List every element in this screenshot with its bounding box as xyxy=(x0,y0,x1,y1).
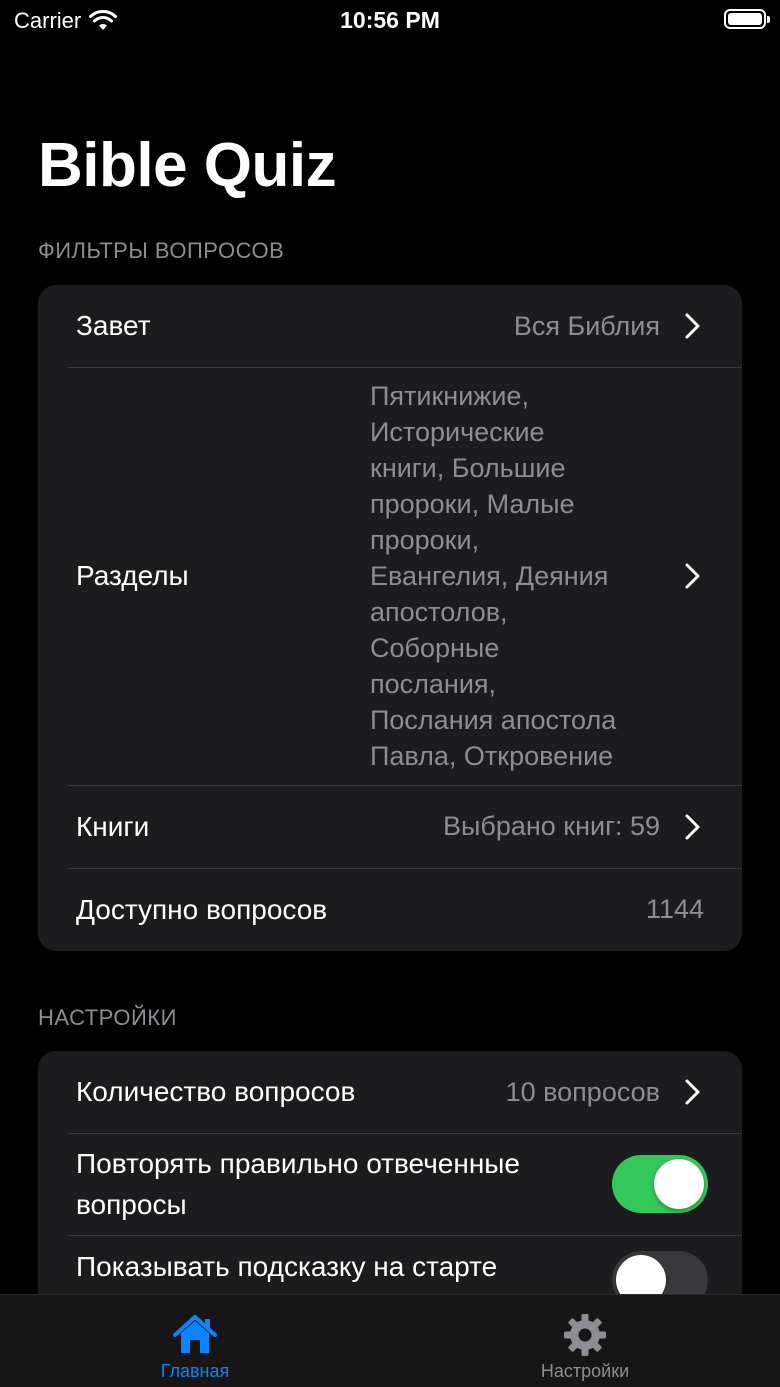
available-questions-label: Доступно вопросов xyxy=(76,893,328,925)
question-count-row[interactable]: Количество вопросов 10 вопросов xyxy=(38,1051,742,1133)
sections-value: Пятикнижие, Исторические книги, Большие про… xyxy=(370,378,660,774)
tab-home[interactable]: Главная xyxy=(0,1295,390,1387)
testament-label: Завет xyxy=(76,310,151,341)
tab-home-label: Главная xyxy=(160,1361,230,1381)
settings-card: Количество вопросов 10 вопросов Повторят… xyxy=(38,1051,742,1311)
status-bar: Carrier 10:56 PM xyxy=(0,0,780,40)
page-title: Bible Quiz xyxy=(38,131,337,200)
chevron-right-icon xyxy=(685,563,700,589)
sections-value-line: послания, xyxy=(370,669,497,699)
question-count-value: 10 вопросов xyxy=(505,1076,660,1107)
sections-value-line: Пятикнижие, xyxy=(370,381,529,411)
question-count-label: Количество вопросов xyxy=(76,1076,356,1107)
sections-value-line: Исторические xyxy=(370,417,545,447)
testament-row[interactable]: Завет Вся Библия xyxy=(38,285,742,367)
tab-bar: Главная Настройки xyxy=(0,1294,780,1387)
settings-section-header: НАСТРОЙКИ xyxy=(38,1005,177,1030)
sections-value-line: пророки, Малые xyxy=(370,489,575,519)
sections-value-line: Соборные xyxy=(370,633,500,663)
repeat-correct-label-line1: Повторять правильно отвеченные xyxy=(76,1148,520,1179)
available-questions-row: Доступно вопросов 1144 xyxy=(38,868,742,951)
available-questions-value: 1144 xyxy=(645,894,704,924)
books-row[interactable]: Книги Выбрано книг: 59 xyxy=(38,785,742,868)
testament-value: Вся Библия xyxy=(513,310,660,341)
repeat-correct-label: Повторять правильно отвеченные вопросы xyxy=(76,1143,612,1225)
filters-section-header: ФИЛЬТРЫ ВОПРОСОВ xyxy=(38,238,285,263)
books-value: Выбрано книг: 59 xyxy=(442,811,660,841)
gear-icon xyxy=(564,1314,606,1356)
sections-value-line: Павла, Откровение xyxy=(370,741,614,771)
chevron-right-icon xyxy=(685,814,700,839)
books-label: Книги xyxy=(76,810,150,842)
sections-label: Разделы xyxy=(76,560,189,591)
filters-card: Завет Вся Библия Разделы Пятикнижие, Исто… xyxy=(38,285,742,951)
sections-value-line: Евангелия, Деяния xyxy=(370,561,609,591)
chevron-right-icon xyxy=(685,1079,700,1105)
battery-icon xyxy=(724,9,770,29)
tab-settings[interactable]: Настройки xyxy=(390,1295,780,1387)
status-time: 10:56 PM xyxy=(340,7,440,33)
show-hint-label: Показывать подсказку на старте xyxy=(76,1251,498,1282)
house-icon xyxy=(173,1315,217,1353)
repeat-correct-toggle[interactable] xyxy=(612,1155,708,1213)
tab-settings-label: Настройки xyxy=(540,1361,630,1381)
repeat-correct-label-line2: вопросы xyxy=(76,1189,187,1220)
sections-value-line: пророки, xyxy=(370,525,480,555)
chevron-right-icon xyxy=(685,313,700,339)
sections-value-line: апостолов, xyxy=(370,597,508,627)
sections-value-line: книги, Большие xyxy=(370,453,566,483)
repeat-correct-row: Повторять правильно отвеченные вопросы xyxy=(38,1133,742,1235)
sections-value-line: Послания апостола xyxy=(370,705,617,735)
sections-row[interactable]: Разделы Пятикнижие, Исторические книги, Бо… xyxy=(38,367,742,785)
